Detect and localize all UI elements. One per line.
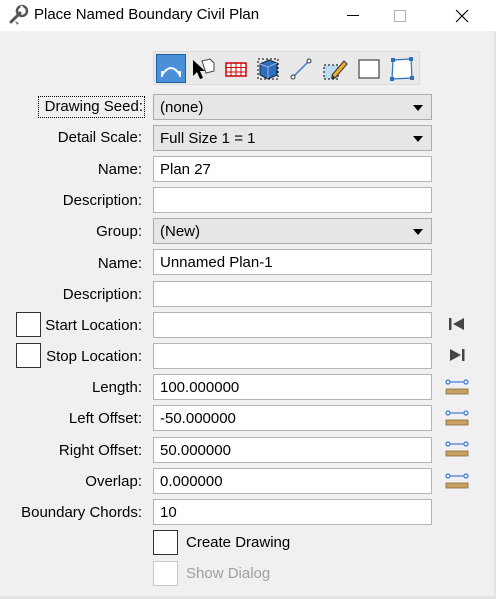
grid-icon — [225, 61, 247, 77]
measure-distance-icon[interactable] — [445, 471, 469, 491]
group-label: Group: — [96, 223, 142, 240]
left-offset-label: Left Offset: — [68, 410, 142, 427]
create-drawing-label: Create Drawing — [186, 534, 291, 551]
maximize-button[interactable] — [377, 0, 423, 31]
measure-distance-icon[interactable] — [445, 377, 469, 397]
length-label: Length: — [91, 379, 142, 396]
window-title: Place Named Boundary Civil Plan — [34, 6, 260, 23]
boundary-chords-input[interactable]: 10 — [153, 499, 432, 525]
boundary-chords-input-value: 10 — [160, 504, 177, 521]
close-button[interactable] — [439, 0, 485, 31]
group-name-label: Name: — [97, 255, 142, 272]
detail-scale-label: Detail Scale: — [57, 129, 142, 146]
left-offset-input[interactable]: -50.000000 — [153, 405, 432, 431]
cube-icon — [257, 58, 279, 80]
show-dialog-label: Show Dialog — [186, 565, 271, 582]
chevron-down-icon — [413, 105, 423, 111]
select-tool-button[interactable] — [188, 54, 218, 83]
stop-location-input[interactable] — [153, 343, 432, 369]
overlap-input-value: 0.000000 — [160, 473, 223, 490]
group-name-input-value: Unnamed Plan-1 — [160, 254, 273, 271]
minimize-button[interactable] — [330, 0, 376, 31]
drawing-seed-select[interactable]: (none) — [153, 94, 432, 120]
wrench-app-icon — [9, 4, 29, 25]
start-location-input[interactable] — [153, 312, 432, 338]
shape-icon — [390, 56, 414, 81]
cube-tool-button[interactable] — [253, 54, 283, 83]
left-offset-input-value: -50.000000 — [160, 410, 236, 427]
shape-tool-button[interactable] — [387, 54, 417, 83]
group-name-input[interactable]: Unnamed Plan-1 — [153, 249, 432, 275]
show-dialog-checkbox[interactable] — [153, 561, 178, 586]
chevron-down-icon — [413, 229, 423, 235]
minimize-icon — [347, 14, 359, 16]
civil-plan-icon — [161, 66, 181, 77]
group-description-label: Description: — [62, 286, 142, 303]
description-input[interactable] — [153, 187, 432, 213]
detail-scale-value: Full Size 1 = 1 — [160, 130, 256, 147]
maximize-icon — [394, 9, 406, 22]
civil-plan-tool-button[interactable] — [156, 54, 186, 83]
line-icon — [290, 58, 312, 79]
pencil-tool-button[interactable] — [320, 54, 350, 83]
length-input[interactable]: 100.000000 — [153, 374, 432, 400]
name-input-value: Plan 27 — [160, 161, 211, 178]
grid-tool-button[interactable] — [221, 54, 251, 83]
tool-toolbar — [153, 51, 420, 85]
detail-scale-select[interactable]: Full Size 1 = 1 — [153, 125, 432, 151]
name-input[interactable]: Plan 27 — [153, 156, 432, 182]
group-value: (New) — [160, 223, 200, 240]
rectangle-tool-button[interactable] — [354, 54, 384, 83]
overlap-input[interactable]: 0.000000 — [153, 468, 432, 494]
right-offset-label: Right Offset: — [58, 442, 142, 459]
stop-location-label: Stop Location: — [46, 348, 142, 365]
line-tool-button[interactable] — [286, 54, 316, 83]
right-offset-input[interactable]: 50.000000 — [153, 437, 432, 463]
description-label: Description: — [62, 192, 142, 209]
close-icon — [455, 9, 469, 22]
group-select[interactable]: (New) — [153, 218, 432, 244]
drawing-seed-label: Drawing Seed: — [38, 96, 145, 118]
title-bar: Place Named Boundary Civil Plan — [0, 0, 496, 31]
length-input-value: 100.000000 — [160, 379, 240, 396]
rectangle-icon — [358, 58, 380, 79]
pencil-icon — [323, 59, 348, 79]
chevron-down-icon — [413, 136, 423, 142]
drawing-seed-value: (none) — [160, 99, 204, 116]
right-offset-input-value: 50.000000 — [160, 442, 231, 459]
group-description-input[interactable] — [153, 281, 432, 307]
overlap-label: Overlap: — [85, 473, 142, 490]
skip-to-start-icon[interactable] — [445, 314, 469, 334]
select-cursor-icon — [193, 57, 215, 79]
measure-distance-icon[interactable] — [445, 439, 469, 459]
start-location-label: Start Location: — [45, 317, 142, 334]
boundary-chords-label: Boundary Chords: — [21, 504, 142, 521]
skip-to-end-icon[interactable] — [445, 345, 469, 365]
measure-distance-icon[interactable] — [445, 408, 469, 428]
create-drawing-checkbox[interactable] — [153, 530, 178, 555]
name-label: Name: — [97, 161, 142, 178]
